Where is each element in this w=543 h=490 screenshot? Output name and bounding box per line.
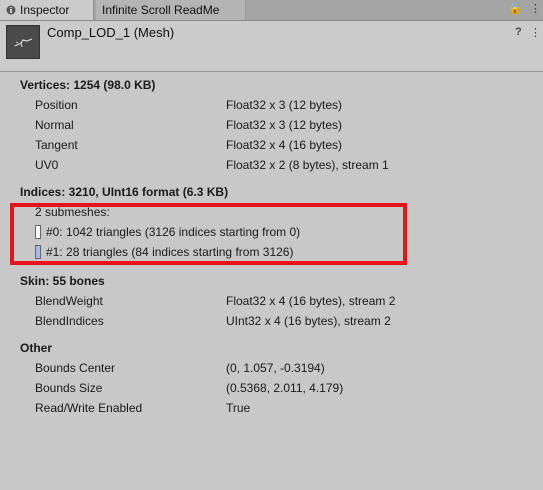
vertex-attr-label: Normal [35, 118, 74, 132]
tab-infinite-scroll-readme[interactable]: Infinite Scroll ReadMe [96, 0, 246, 20]
other-prop-value: (0, 1.057, -0.3194) [226, 361, 325, 375]
vertex-attr-label: UV0 [35, 158, 59, 172]
indices-section-title: Indices: 3210, UInt16 format (6.3 KB) [20, 185, 229, 199]
vertex-attr-value: Float32 x 4 (16 bytes) [226, 138, 343, 152]
tab-menu-icon[interactable]: ⋮ [530, 2, 541, 15]
mesh-preview-thumbnail [6, 25, 40, 59]
other-prop-label: Bounds Size [35, 381, 103, 395]
help-icon[interactable]: ? [515, 26, 522, 38]
info-icon [6, 1, 16, 15]
other-prop-label: Read/Write Enabled [35, 401, 143, 415]
skin-attr-value: Float32 x 4 (16 bytes), stream 2 [226, 294, 396, 308]
tab-bar: Inspector Infinite Scroll ReadMe 🔓 ⋮ [0, 0, 543, 21]
vertex-attr-value: Float32 x 2 (8 bytes), stream 1 [226, 158, 389, 172]
skin-attr-value: UInt32 x 4 (16 bytes), stream 2 [226, 314, 391, 328]
asset-title: Comp_LOD_1 (Mesh) [47, 25, 175, 40]
other-prop-value: True [226, 401, 251, 415]
vertex-attr-value: Float32 x 3 (12 bytes) [226, 118, 343, 132]
tab-inspector-label: Inspector [20, 3, 70, 17]
skin-attr-label: BlendWeight [35, 294, 103, 308]
other-prop-value: (0.5368, 2.011, 4.179) [226, 381, 344, 395]
other-section-title: Other [20, 341, 53, 355]
tab-readme-label: Infinite Scroll ReadMe [102, 3, 220, 17]
vertices-section-title: Vertices: 1254 (98.0 KB) [20, 78, 156, 92]
tab-inspector[interactable]: Inspector [0, 0, 94, 20]
other-prop-label: Bounds Center [35, 361, 116, 375]
inspector-header: Comp_LOD_1 (Mesh) ? ⋮ [0, 21, 543, 72]
skin-attr-label: BlendIndices [35, 314, 104, 328]
vertex-attr-label: Tangent [35, 138, 78, 152]
context-menu-icon[interactable]: ⋮ [530, 26, 541, 39]
inspector-content: Vertices: 1254 (98.0 KB) Position Float3… [0, 72, 543, 490]
vertex-attr-label: Position [35, 98, 78, 112]
vertex-attr-value: Float32 x 3 (12 bytes) [226, 98, 343, 112]
mesh-thumbnail-icon [14, 38, 33, 48]
skin-section-title: Skin: 55 bones [20, 274, 105, 288]
highlight-annotation-box [10, 203, 407, 265]
lock-icon[interactable]: 🔓 [508, 2, 522, 15]
